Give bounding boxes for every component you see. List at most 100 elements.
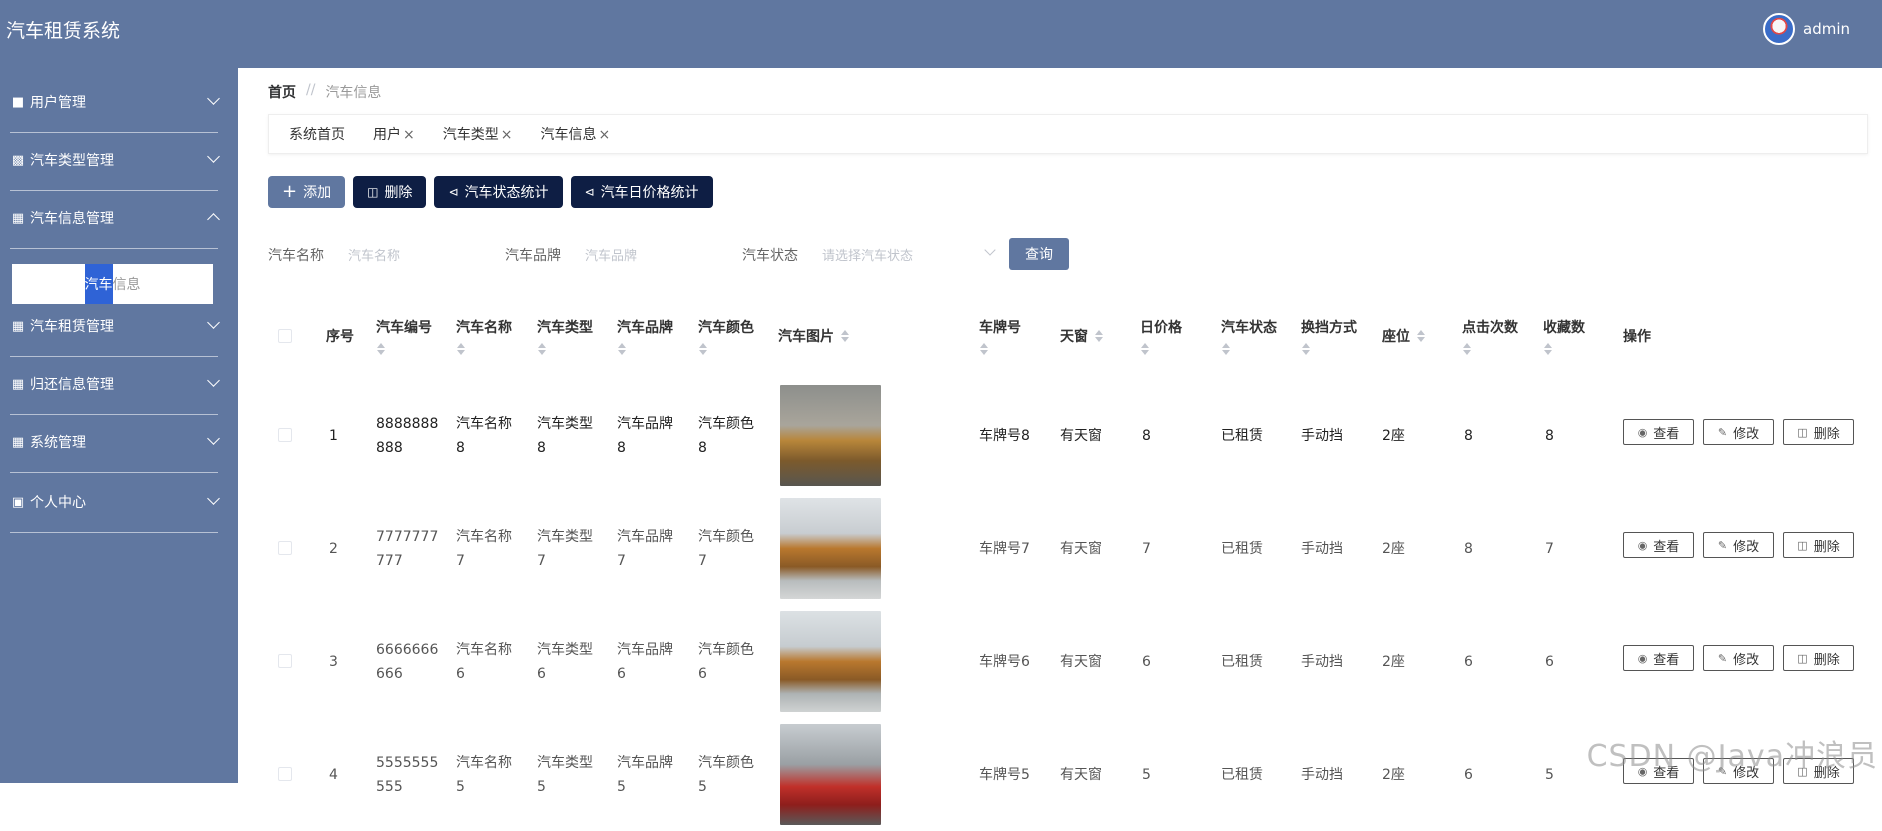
sort-icon[interactable] — [537, 343, 547, 355]
header-color[interactable]: 汽车颜色 — [698, 300, 754, 372]
username[interactable]: admin — [1803, 20, 1850, 38]
close-icon[interactable]: × — [403, 127, 415, 143]
delete-row-button[interactable]: ◫删除 — [1783, 532, 1854, 558]
sidebar-item-system-management[interactable]: ▦ 系统管理 — [10, 424, 218, 460]
sidebar-item-personal-center[interactable]: ▣ 个人中心 — [10, 484, 218, 520]
add-button[interactable]: + 添加 — [268, 176, 345, 208]
table-row[interactable]: 1 8888888888 汽车名称8 汽车类型8 汽车品牌8 汽车颜色8 车牌号… — [268, 379, 1882, 492]
sort-icon[interactable] — [1543, 343, 1553, 355]
header-name[interactable]: 汽车名称 — [456, 300, 512, 372]
sort-icon[interactable] — [840, 330, 850, 342]
header-status[interactable]: 汽车状态 — [1221, 300, 1277, 372]
tab-users[interactable]: 用户× — [373, 124, 415, 144]
sort-icon[interactable] — [617, 343, 627, 355]
breadcrumb-home[interactable]: 首页 — [268, 82, 296, 102]
edit-button[interactable]: ✎修改 — [1703, 645, 1774, 671]
header-label: 点击次数 — [1462, 317, 1518, 337]
header-label: 序号 — [326, 326, 354, 346]
cell-favorites: 7 — [1545, 492, 1554, 605]
car-image[interactable] — [780, 498, 881, 599]
delete-row-button[interactable]: ◫删除 — [1783, 419, 1854, 445]
grid-icon: ▦ — [10, 377, 26, 392]
sidebar-item-rental-management[interactable]: ▦ 汽车租赁管理 — [10, 308, 218, 344]
tab-car-info[interactable]: 汽车信息× — [540, 124, 610, 144]
header-gear[interactable]: 换挡方式 — [1301, 300, 1357, 372]
sort-icon[interactable] — [1462, 343, 1472, 355]
cell-color: 汽车颜色7 — [698, 492, 754, 605]
cell-gear: 手动挡 — [1301, 492, 1343, 605]
car-image[interactable] — [780, 611, 881, 712]
car-image[interactable] — [780, 385, 881, 486]
view-button[interactable]: ◉查看 — [1623, 645, 1694, 671]
status-stats-button[interactable]: ⊲ 汽车状态统计 — [434, 176, 562, 208]
row-checkbox[interactable] — [278, 654, 292, 668]
row-checkbox[interactable] — [278, 541, 292, 555]
header-plate[interactable]: 车牌号 — [979, 300, 1021, 372]
sort-icon[interactable] — [1301, 343, 1311, 355]
avatar[interactable] — [1763, 13, 1795, 45]
price-stats-button[interactable]: ⊲ 汽车日价格统计 — [571, 176, 713, 208]
close-icon[interactable]: × — [598, 127, 610, 143]
chevron-down-icon — [207, 150, 220, 163]
header-image[interactable]: 汽车图片 — [778, 300, 850, 372]
user-group-icon: ■ — [10, 95, 26, 110]
header-sunroof[interactable]: 天窗 — [1060, 300, 1104, 372]
sort-icon[interactable] — [456, 343, 466, 355]
header-label: 换挡方式 — [1301, 317, 1357, 337]
select-all-checkbox[interactable] — [278, 329, 292, 343]
tab-label: 汽车信息 — [540, 127, 596, 143]
chevron-up-icon — [207, 213, 220, 226]
cell-plate: 车牌号6 — [979, 605, 1030, 718]
header-clicks[interactable]: 点击次数 — [1462, 300, 1518, 372]
car-brand-input[interactable]: 汽车品牌 — [581, 238, 731, 270]
cell-line: 汽车类型 — [537, 638, 593, 662]
sort-icon[interactable] — [1140, 343, 1150, 355]
sidebar-item-return-management[interactable]: ▦ 归还信息管理 — [10, 366, 218, 402]
sort-icon[interactable] — [1416, 330, 1426, 342]
delete-row-button[interactable]: ◫删除 — [1783, 645, 1854, 671]
row-checkbox[interactable] — [278, 428, 292, 442]
sort-icon[interactable] — [698, 343, 708, 355]
car-image[interactable] — [780, 724, 881, 825]
row-checkbox[interactable] — [278, 767, 292, 781]
sidebar-item-car-info-management[interactable]: ▦ 汽车信息管理 — [10, 200, 218, 236]
header-label: 车牌号 — [979, 317, 1021, 337]
sort-icon[interactable] — [1094, 330, 1104, 342]
header-favorites[interactable]: 收藏数 — [1543, 300, 1585, 372]
watermark: CSDN @Java冲浪员 — [1587, 731, 1878, 775]
header-type[interactable]: 汽车类型 — [537, 300, 593, 372]
sort-icon[interactable] — [376, 343, 386, 355]
sort-icon[interactable] — [1221, 343, 1231, 355]
cell-line: 5 — [537, 775, 546, 799]
view-button[interactable]: ◉查看 — [1623, 419, 1694, 445]
header-code[interactable]: 汽车编号 — [376, 300, 432, 372]
eye-icon: ◉ — [1638, 539, 1648, 552]
query-button[interactable]: 查询 — [1009, 238, 1069, 270]
delete-button[interactable]: ◫ 删除 — [353, 176, 426, 208]
eye-icon: ◉ — [1638, 652, 1648, 665]
close-icon[interactable]: × — [501, 127, 513, 143]
sidebar-item-car-type-management[interactable]: ▩ 汽车类型管理 — [10, 142, 218, 178]
header-seat[interactable]: 座位 — [1382, 300, 1426, 372]
user-menu[interactable]: admin — [1763, 13, 1850, 45]
sort-icon[interactable] — [979, 343, 989, 355]
car-status-select[interactable]: 请选择汽车状态 — [818, 238, 968, 270]
grid-icon: ▦ — [10, 319, 26, 334]
header-label: 汽车编号 — [376, 317, 432, 337]
tab-home[interactable]: 系统首页 — [289, 124, 345, 144]
edit-button[interactable]: ✎修改 — [1703, 532, 1774, 558]
view-button[interactable]: ◉查看 — [1623, 532, 1694, 558]
edit-button[interactable]: ✎修改 — [1703, 419, 1774, 445]
header-brand[interactable]: 汽车品牌 — [617, 300, 673, 372]
table-row[interactable]: 3 6666666666 汽车名称6 汽车类型6 汽车品牌6 汽车颜色6 车牌号… — [268, 605, 1882, 718]
sidebar-subitem-car-info[interactable]: 汽车 信息 — [12, 264, 213, 304]
tab-car-types[interactable]: 汽车类型× — [443, 124, 513, 144]
cell-status: 已租赁 — [1221, 718, 1263, 831]
table-row[interactable]: 2 7777777777 汽车名称7 汽车类型7 汽车品牌7 汽车颜色7 车牌号… — [268, 492, 1882, 605]
car-name-input[interactable]: 汽车名称 — [344, 238, 494, 270]
sidebar-item-user-management[interactable]: ■ 用户管理 — [10, 84, 218, 120]
header-daily-price[interactable]: 日价格 — [1140, 300, 1182, 372]
edit-icon: ✎ — [1718, 426, 1727, 439]
cell-line: 7 — [698, 549, 707, 573]
cell-line: 汽车名称 — [456, 638, 512, 662]
